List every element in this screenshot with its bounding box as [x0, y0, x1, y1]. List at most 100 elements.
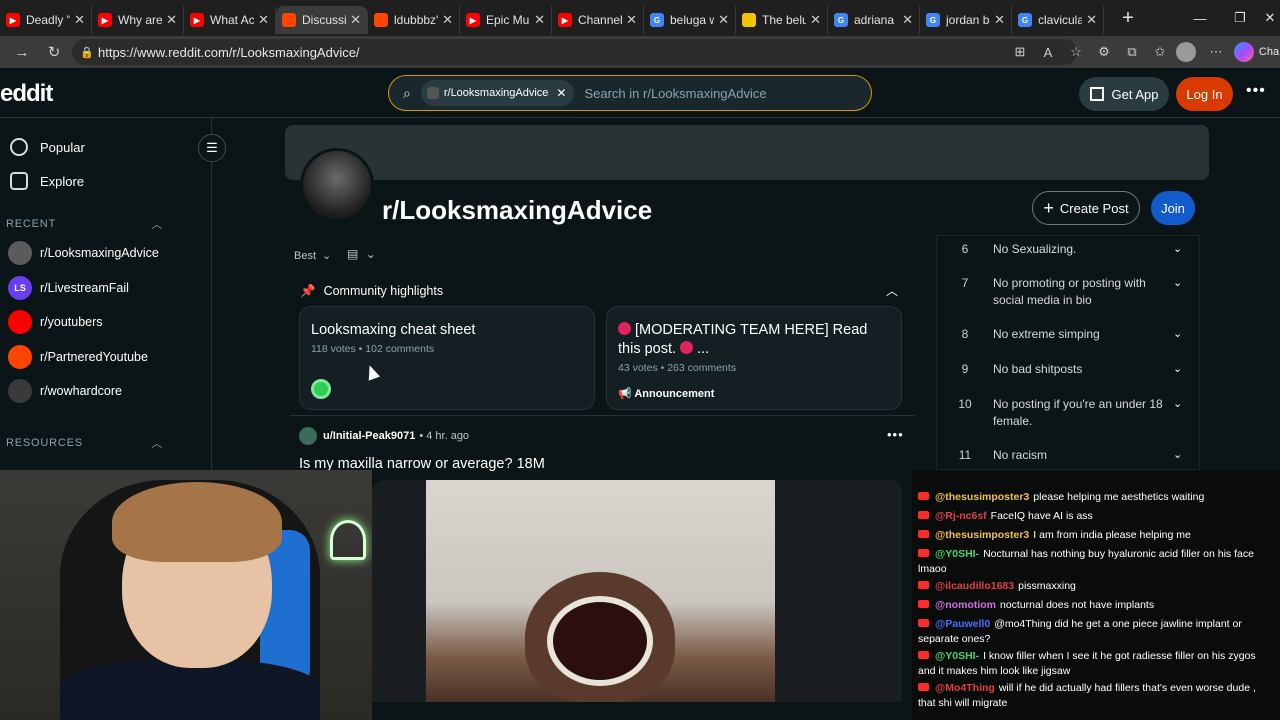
view-dropdown[interactable]: ▤ ⌄ [347, 247, 376, 261]
youtube-icon: ▶ [6, 13, 20, 27]
sidebar-recent-item[interactable]: r/PartneredYoutube [0, 340, 211, 375]
copilot-label[interactable]: Cha [1258, 46, 1280, 58]
browser-tab[interactable]: Gbeluga w ✕ [644, 6, 736, 34]
rule-item[interactable]: 6 No Sexualizing. ⌄ [937, 241, 1201, 258]
rule-item[interactable]: 7 No promoting or posting with social med… [937, 275, 1201, 309]
sidebar-recent-item[interactable]: r/youtubers [0, 305, 211, 340]
browser-tab[interactable]: ▶ What Act ✕ [184, 6, 276, 34]
highlight-card[interactable]: [MODERATING TEAM HERE] Read this post. .… [606, 306, 902, 410]
subreddit-search-chip[interactable]: r/LooksmaxingAdvice ✕ [420, 80, 575, 106]
profile-avatar[interactable] [1176, 42, 1200, 62]
sidebar-recent-item[interactable]: r/LooksmaxingAdvice [0, 236, 211, 271]
reddit-logo[interactable]: eddit [0, 80, 53, 108]
browser-tab[interactable]: ▶ Why are I✕ [92, 6, 184, 34]
sidebar-recent-item[interactable]: r/wowhardcore [0, 374, 211, 409]
sidebar-item-explore[interactable]: Explore [0, 164, 211, 198]
close-tab-icon[interactable]: ✕ [442, 12, 453, 28]
post-more-icon[interactable]: ••• [887, 427, 904, 442]
rule-item[interactable]: 8 No extreme simping ⌄ [937, 326, 1201, 343]
chevron-up-icon: ︿ [151, 437, 163, 450]
create-post-button[interactable]: + Create Post [1032, 191, 1140, 225]
browser-tab[interactable]: Gjordan ba ✕ [920, 6, 1012, 34]
google-icon: G [834, 13, 848, 27]
sidebar-item-popular[interactable]: Popular [0, 130, 211, 164]
close-tab-icon[interactable]: ✕ [534, 12, 545, 28]
chat-message: @Y0SHI- Nocturnal has nothing buy hyaluro… [918, 547, 1274, 577]
close-tab-icon[interactable]: ✕ [994, 12, 1005, 28]
tab-title: Discussio [302, 13, 346, 27]
browser-tab[interactable]: Discussio ✕ [276, 6, 368, 34]
browser-tab[interactable]: ▶ Channel c✕ [552, 6, 644, 34]
post-photo [426, 480, 775, 702]
extensions-icon[interactable]: ⚙ [1092, 44, 1116, 60]
announcement-label: Announcement [634, 388, 715, 400]
join-button[interactable]: Join [1151, 191, 1195, 225]
community-highlights-title: Community highlights [323, 284, 444, 298]
collections-icon[interactable]: ⧉ [1120, 44, 1144, 60]
minimize-button[interactable]: — [1180, 0, 1220, 36]
sidebar-collapse-button[interactable]: ☰ [198, 134, 226, 162]
close-tab-icon[interactable]: ✕ [258, 12, 269, 28]
highlight-card[interactable]: Looksmaxing cheat sheet 118 votes • 102 … [299, 306, 595, 410]
tab-title: adriana li [854, 13, 899, 27]
browser-tab[interactable]: The belu ✕ [736, 6, 828, 34]
favorites-icon[interactable]: ✩ [1148, 44, 1172, 60]
post-image[interactable] [372, 480, 902, 702]
remove-chip-icon[interactable]: ✕ [556, 86, 566, 100]
browser-tab[interactable]: ▶ Epic Musi ✕ [460, 6, 552, 34]
resources-section-header[interactable]: RESOURCES ︿ [0, 431, 211, 455]
close-tab-icon[interactable]: ✕ [626, 12, 637, 28]
browser-tab[interactable]: Gclavicular ✕ [1012, 6, 1104, 34]
chevron-down-icon: ⌄ [1173, 243, 1183, 255]
card-view-icon: ▤ [347, 247, 359, 261]
tab-title: The belu [762, 13, 807, 27]
close-tab-icon[interactable]: ✕ [718, 12, 729, 28]
app-available-icon[interactable]: ⊞ [1008, 44, 1032, 60]
forward-button[interactable]: → [6, 36, 38, 68]
chat-text: I am from india please helping me [1033, 529, 1191, 541]
rule-text: No bad shitposts [993, 362, 1083, 376]
chat-username: @Pauwell0 [935, 618, 991, 630]
browser-tab[interactable]: ldubbbz's ✕ [368, 6, 460, 34]
chevron-down-icon: ⌄ [322, 250, 332, 262]
browser-tab[interactable]: ▶ Deadly "E ✕ [0, 6, 92, 34]
copilot-icon[interactable] [1234, 42, 1254, 62]
url-field[interactable]: 🔒 https://www.reddit.com/r/LooksmaxingAd… [72, 39, 1077, 65]
tab-title: jordan ba [946, 13, 990, 27]
new-tab-button[interactable]: + [1114, 4, 1142, 32]
search-input[interactable]: ⌕ r/LooksmaxingAdvice ✕ Search in r/Look… [388, 75, 872, 111]
browser-tab[interactable]: Gadriana li ✕ [828, 6, 920, 34]
close-tab-icon[interactable]: ✕ [74, 12, 85, 28]
recent-section-header[interactable]: RECENT ︿ [0, 212, 211, 236]
user-avatar[interactable] [299, 427, 317, 445]
settings-more-icon[interactable]: ⋯ [1204, 44, 1228, 60]
close-tab-icon[interactable]: ✕ [902, 12, 913, 28]
post-author[interactable]: u/Initial-Peak9071 [323, 430, 415, 442]
sidebar-item-label: Popular [40, 139, 85, 155]
close-tab-icon[interactable]: ✕ [1086, 12, 1097, 28]
login-button[interactable]: Log In [1176, 77, 1233, 111]
rule-item[interactable]: 11 No racism ⌄ [937, 447, 1201, 464]
sidebar-recent-item[interactable]: LS r/LivestreamFail [0, 271, 211, 306]
close-window-button[interactable]: ✕ [1250, 0, 1280, 36]
get-app-button[interactable]: Get App [1079, 77, 1169, 111]
sort-dropdown[interactable]: Best ⌄ [294, 249, 332, 263]
read-aloud-icon[interactable]: A [1036, 45, 1060, 60]
qr-code-icon [1089, 87, 1104, 101]
chevron-up-icon[interactable]: ︿ [886, 282, 898, 299]
reload-button[interactable]: ↻ [38, 36, 70, 68]
close-tab-icon[interactable]: ✕ [810, 12, 821, 28]
streamer-shirt [60, 660, 320, 720]
community-highlights-header[interactable]: 📌 Community highlights [300, 282, 900, 300]
create-post-label: Create Post [1059, 200, 1129, 216]
more-menu-icon[interactable]: ••• [1246, 82, 1266, 100]
sidebar-item-label: r/LooksmaxingAdvice [40, 246, 159, 261]
close-tab-icon[interactable]: ✕ [350, 12, 361, 28]
highlight-card-title: Looksmaxing cheat sheet [311, 322, 476, 338]
rule-number: 11 [958, 448, 972, 462]
highlight-card-meta: 43 votes • 263 comments [618, 362, 737, 374]
rule-item[interactable]: 9 No bad shitposts ⌄ [937, 361, 1201, 378]
close-tab-icon[interactable]: ✕ [166, 12, 177, 28]
favorite-star-icon[interactable]: ☆ [1064, 44, 1088, 60]
rule-item[interactable]: 10 No posting if you're an under 18 femal… [937, 396, 1201, 430]
